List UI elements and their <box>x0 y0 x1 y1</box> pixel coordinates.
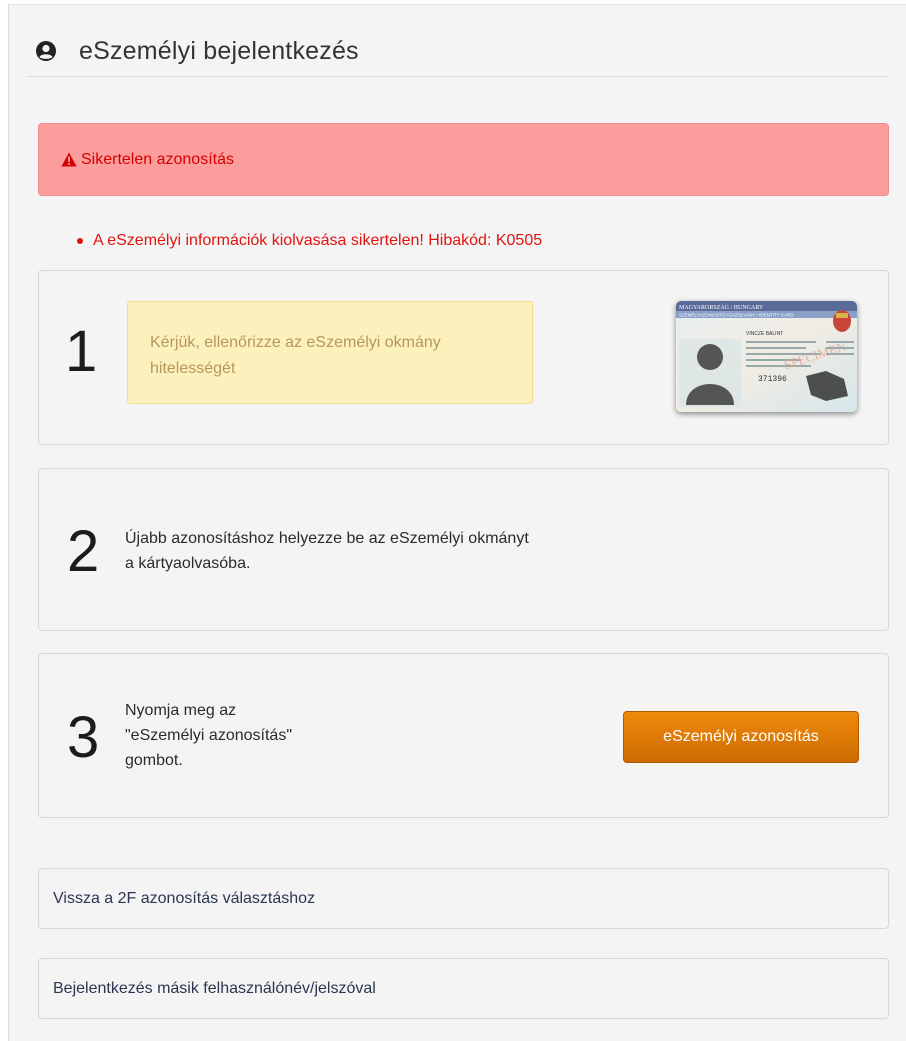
password-login-label[interactable]: Bejelentkezés másik felhasználónév/jelsz… <box>53 980 376 998</box>
page-title: eSzemélyi bejelentkezés <box>79 36 359 65</box>
authenticity-warning: Kérjük, ellenőrizze az eSzemélyi okmány … <box>127 301 533 404</box>
step-number: 3 <box>67 705 100 770</box>
step-2-text: Újabb azonosításhoz helyezze be az eSzem… <box>125 530 529 572</box>
eszemelyi-auth-button[interactable]: eSzemélyi azonosítás <box>623 711 859 763</box>
card-header-text: MAGYARORSZÁG / HUNGARY <box>679 303 764 311</box>
alert-text: Sikertelen azonosítás <box>81 150 234 168</box>
bullet-icon <box>77 238 83 244</box>
user-circle-icon <box>35 40 57 62</box>
step-number: 2 <box>67 519 100 584</box>
card-subheader-text: SZEMÉLYAZONOSÍTÓ IGAZOLVÁNY / IDENTITY C… <box>679 312 794 318</box>
card-number-text: 371396 <box>758 375 787 384</box>
warning-triangle-icon <box>61 152 77 167</box>
back-to-2f-link[interactable]: Vissza a 2F azonosítás választáshoz <box>38 868 889 929</box>
error-message: A eSzemélyi információk kiolvasása siker… <box>77 232 542 250</box>
page-header: eSzemélyi bejelentkezés <box>28 26 889 77</box>
password-login-link[interactable]: Bejelentkezés másik felhasználónév/jelsz… <box>38 958 889 1019</box>
id-card-image: MAGYARORSZÁG / HUNGARY SZEMÉLYAZONOSÍTÓ … <box>676 301 857 412</box>
back-to-2f-label[interactable]: Vissza a 2F azonosítás választáshoz <box>53 890 315 908</box>
step-number: 1 <box>65 319 98 384</box>
step-3-text: Nyomja meg az "eSzemélyi azonosítás" gom… <box>125 702 292 769</box>
card-name-text: VINCZE BALINT <box>746 331 783 337</box>
error-alert: Sikertelen azonosítás <box>38 123 889 196</box>
step-3-card: 3 Nyomja meg az "eSzemélyi azonosítás" g… <box>38 653 889 818</box>
error-text: A eSzemélyi információk kiolvasása siker… <box>93 232 543 249</box>
step-1-card: 1 Kérjük, ellenőrizze az eSzemélyi okmán… <box>38 270 889 445</box>
step-2-card: 2 Újabb azonosításhoz helyezze be az eSz… <box>38 468 889 631</box>
warning-text: Kérjük, ellenőrizze az eSzemélyi okmány … <box>150 334 441 377</box>
